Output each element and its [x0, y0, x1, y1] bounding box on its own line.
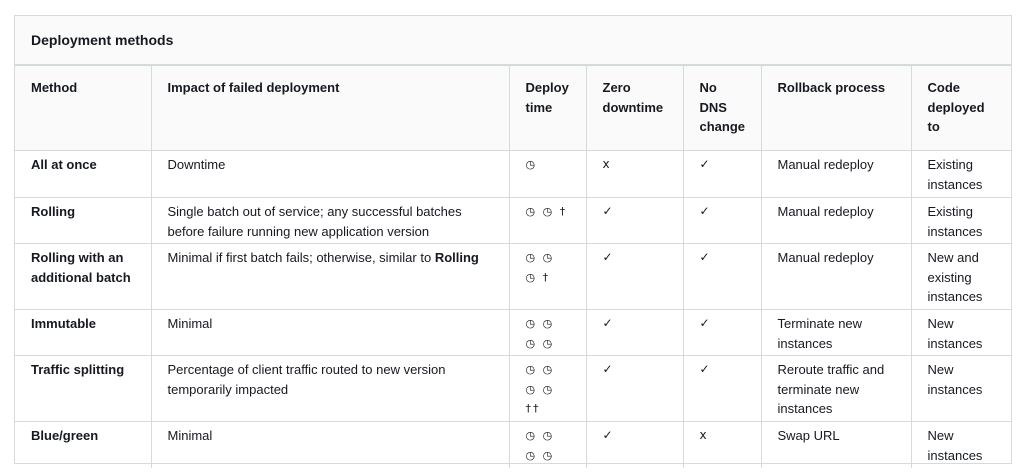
header-deploy-time: Deploy time [508, 65, 587, 151]
zero-downtime-cell: ✓ [585, 309, 684, 356]
impact-cell: Minimal [150, 309, 510, 356]
deploy-time-cell: ◷ ◷ ◷ † [508, 243, 587, 310]
method-cell: Immutable [15, 309, 152, 356]
deployment-methods-table: Method Impact of failed deployment Deplo… [15, 65, 1011, 468]
deployment-methods-table-container: Deployment methods Method Impact of fail… [14, 15, 1012, 468]
table-row: Immutable Minimal ◷ ◷ ◷ ◷ ✓ ✓ Terminate … [15, 309, 1011, 356]
table-row: Blue/green Minimal ◷ ◷ ◷ ◷ ✓ x Swap URL … [15, 421, 1011, 468]
rollback-cell: Swap URL [760, 421, 912, 468]
header-zero-downtime: Zero downtime [585, 65, 684, 151]
header-no-dns-change: No DNS change [682, 65, 762, 151]
header-rollback-process: Rollback process [760, 65, 912, 151]
no-dns-change-cell: ✓ [682, 150, 762, 198]
deploy-time-cell: ◷ [508, 150, 587, 198]
impact-cell: Minimal [150, 421, 510, 468]
code-deployed-cell: Existing instances [910, 197, 1011, 244]
zero-downtime-cell: ✓ [585, 197, 684, 244]
no-dns-change-cell: ✓ [682, 197, 762, 244]
zero-downtime-cell: ✓ [585, 243, 684, 310]
code-deployed-cell: Existing instances [910, 150, 1011, 198]
table-title: Deployment methods [15, 16, 1011, 65]
code-deployed-cell: New instances [910, 355, 1011, 422]
header-row: Method Impact of failed deployment Deplo… [15, 65, 1011, 151]
no-dns-change-cell: ✓ [682, 243, 762, 310]
table-row: Traffic splitting Percentage of client t… [15, 355, 1011, 422]
impact-cell: Single batch out of service; any success… [150, 197, 510, 244]
impact-cell: Downtime [150, 150, 510, 198]
rollback-cell: Terminate new instances [760, 309, 912, 356]
code-deployed-cell: New and existing instances [910, 243, 1011, 310]
zero-downtime-cell: ✓ [585, 421, 684, 468]
header-code-deployed-to: Code deployed to [910, 65, 1011, 151]
table-row: Rolling Single batch out of service; any… [15, 197, 1011, 244]
table-row: Rolling with an additional batch Minimal… [15, 243, 1011, 310]
header-impact: Impact of failed deployment [150, 65, 510, 151]
impact-cell: Percentage of client traffic routed to n… [150, 355, 510, 422]
table-row: All at once Downtime ◷ x ✓ Manual redepl… [15, 150, 1011, 198]
no-dns-change-cell: x [682, 421, 762, 468]
deploy-time-cell: ◷ ◷ ◷ ◷ †† [508, 355, 587, 422]
rollback-cell: Manual redeploy [760, 150, 912, 198]
impact-bold-ref: Rolling [434, 250, 479, 265]
header-method: Method [15, 65, 152, 151]
deploy-time-cell: ◷ ◷ ◷ ◷ [508, 309, 587, 356]
method-cell: Traffic splitting [15, 355, 152, 422]
zero-downtime-cell: x [585, 150, 684, 198]
code-deployed-cell: New instances [910, 309, 1011, 356]
method-cell: Blue/green [15, 421, 152, 468]
impact-cell: Minimal if first batch fails; otherwise,… [150, 243, 510, 310]
zero-downtime-cell: ✓ [585, 355, 684, 422]
deploy-time-cell: ◷ ◷ ◷ ◷ [508, 421, 587, 468]
no-dns-change-cell: ✓ [682, 309, 762, 356]
method-cell: Rolling with an additional batch [15, 243, 152, 310]
no-dns-change-cell: ✓ [682, 355, 762, 422]
rollback-cell: Reroute traffic and terminate new instan… [760, 355, 912, 422]
method-cell: Rolling [15, 197, 152, 244]
method-cell: All at once [15, 150, 152, 198]
rollback-cell: Manual redeploy [760, 243, 912, 310]
rollback-cell: Manual redeploy [760, 197, 912, 244]
code-deployed-cell: New instances [910, 421, 1011, 468]
deploy-time-cell: ◷ ◷ † [508, 197, 587, 244]
